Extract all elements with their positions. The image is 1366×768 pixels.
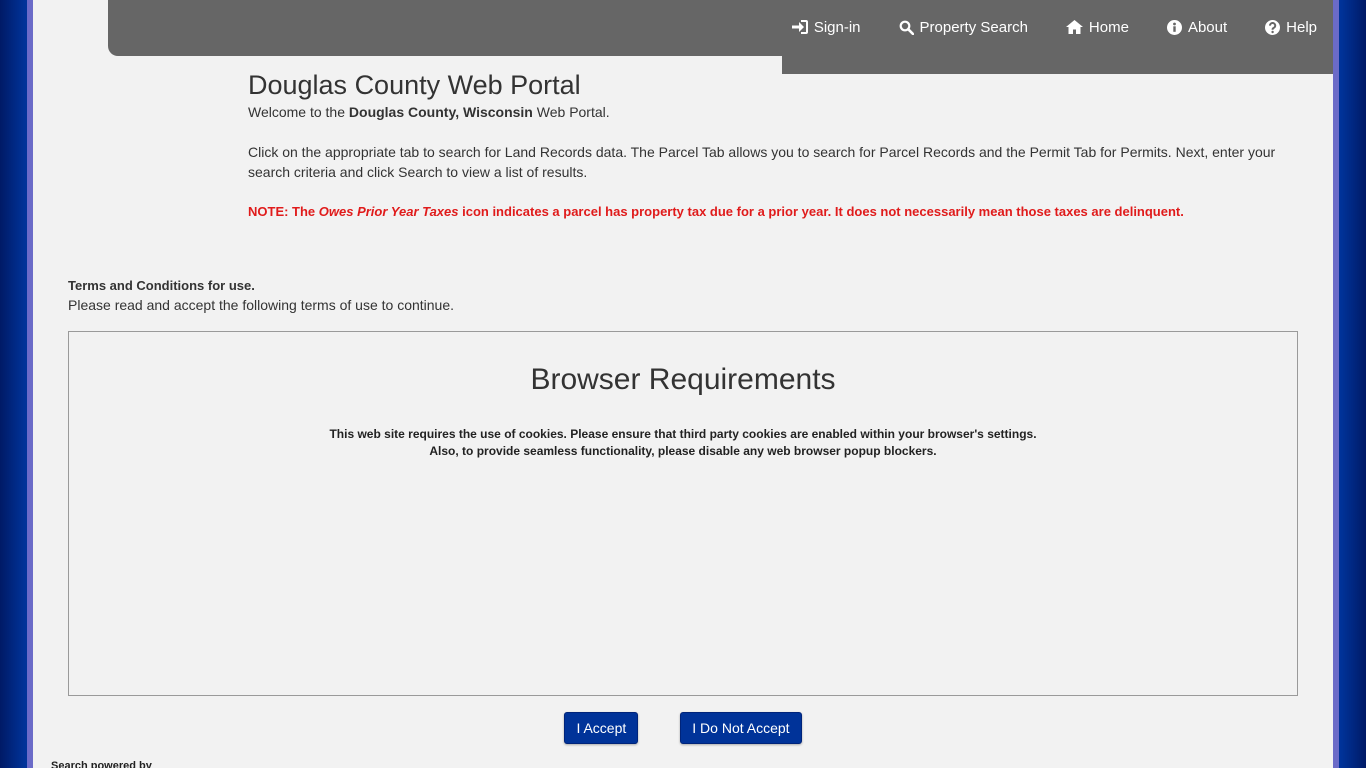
note-prefix: NOTE: The — [248, 204, 319, 219]
terms-header: Terms and Conditions for use. Please rea… — [68, 277, 454, 315]
nav-help[interactable]: Help — [1265, 19, 1317, 36]
nav-sign-in[interactable]: Sign-in — [791, 18, 861, 36]
terms-subheading: Please read and accept the following ter… — [68, 297, 455, 313]
page-container: Sign-in Property Search Home About Help … — [33, 0, 1333, 768]
decline-button[interactable]: I Do Not Accept — [680, 712, 802, 744]
browser-requirements-title: Browser Requirements — [530, 363, 836, 396]
search-icon — [899, 20, 914, 35]
nav-help-label: Help — [1286, 18, 1317, 36]
cookies-requirement: This web site requires the use of cookie… — [329, 427, 1037, 441]
nav-home-label: Home — [1088, 18, 1129, 36]
accept-button[interactable]: I Accept — [564, 712, 639, 744]
terms-heading: Terms and Conditions for use. — [68, 278, 255, 293]
terms-content-box[interactable]: Browser Requirements This web site requi… — [68, 331, 1298, 696]
popup-requirement: Also, to provide seamless functionality,… — [429, 444, 937, 458]
welcome-county: Douglas County, Wisconsin — [348, 104, 533, 120]
tax-note: NOTE: The Owes Prior Year Taxes icon ind… — [248, 202, 1288, 222]
nav-property-search-label: Property Search — [919, 18, 1028, 36]
page-title: Douglas County Web Portal — [248, 70, 581, 100]
top-nav-bar: Sign-in Property Search Home About Help — [108, 0, 1333, 56]
nav-about[interactable]: About — [1166, 18, 1228, 36]
nav-home[interactable]: Home — [1065, 18, 1129, 36]
sign-in-icon — [791, 20, 808, 34]
instructions-text: Click on the appropriate tab to search f… — [248, 144, 1276, 180]
browser-requirements-text: This web site requires the use of cookie… — [69, 426, 1297, 460]
home-icon — [1065, 20, 1083, 34]
note-suffix: icon indicates a parcel has property tax… — [458, 204, 1184, 219]
nav-about-label: About — [1187, 18, 1228, 36]
help-icon — [1265, 19, 1281, 35]
welcome-text: Welcome to the Douglas County, Wisconsin… — [248, 102, 1288, 122]
note-icon-name: Owes Prior Year Taxes — [318, 204, 459, 219]
intro-section: Douglas County Web Portal Welcome to the… — [248, 68, 1288, 222]
main-nav: Sign-in Property Search Home About Help — [754, 0, 1317, 54]
welcome-suffix: Web Portal. — [532, 104, 610, 120]
nav-sign-in-label: Sign-in — [813, 18, 861, 36]
footer-powered-by: Search powered by — [51, 760, 152, 768]
welcome-prefix: Welcome to the — [248, 104, 349, 120]
nav-property-search[interactable]: Property Search — [899, 19, 1028, 36]
info-icon — [1166, 19, 1182, 35]
terms-actions: I Accept I Do Not Accept — [33, 712, 1333, 744]
